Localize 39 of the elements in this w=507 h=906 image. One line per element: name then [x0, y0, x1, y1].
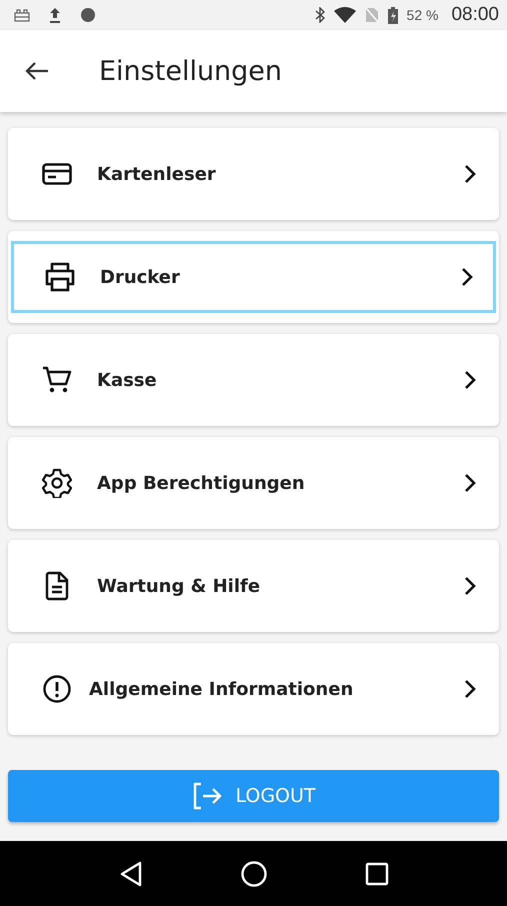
- chevron-right-icon: [461, 267, 473, 287]
- settings-item[interactable]: Kartenleser: [8, 128, 499, 220]
- item-label: App Berechtigungen: [97, 472, 306, 494]
- wifi-icon: [334, 7, 356, 23]
- item-label: Allgemeine Informationen: [89, 678, 354, 700]
- battery-percent: 52 %: [406, 7, 438, 23]
- notification-icon: [14, 8, 30, 22]
- item-label: Kartenleser: [97, 164, 217, 184]
- chevron-right-icon: [464, 164, 476, 184]
- clock: 08:00: [451, 4, 499, 26]
- home-icon[interactable]: [240, 860, 268, 888]
- chevron-right-icon: [464, 576, 476, 596]
- chevron-right-icon: [464, 679, 476, 699]
- settings-item[interactable]: App Berechtigungen: [8, 437, 499, 529]
- settings-item[interactable]: Kasse: [8, 334, 499, 426]
- chevron-right-icon: [464, 370, 476, 390]
- settings-icon: [42, 468, 72, 498]
- no-sim-icon: [364, 7, 379, 23]
- bluetooth-icon: [314, 7, 325, 23]
- recents-icon[interactable]: [364, 862, 388, 886]
- printer-icon: [44, 262, 76, 292]
- back-arrow-icon[interactable]: [25, 61, 49, 81]
- document-icon: [45, 571, 69, 601]
- settings-item[interactable]: Wartung & Hilfe: [8, 540, 499, 632]
- settings-item[interactable]: Allgemeine Informationen: [8, 643, 499, 735]
- credit-card-icon: [42, 163, 72, 185]
- chevron-right-icon: [464, 473, 476, 493]
- settings-item[interactable]: Drucker: [8, 231, 499, 323]
- dot-icon: [80, 7, 96, 23]
- item-label: Wartung & Hilfe: [97, 576, 262, 596]
- cart-icon: [42, 366, 72, 394]
- back-icon[interactable]: [118, 860, 142, 886]
- info-icon: [42, 674, 72, 704]
- page-title: Einstellungen: [99, 56, 282, 86]
- logout-icon: [191, 782, 224, 810]
- battery-icon: [388, 6, 398, 24]
- upload-icon: [48, 7, 62, 23]
- item-label: Drucker: [100, 266, 181, 288]
- item-label: Kasse: [97, 370, 158, 390]
